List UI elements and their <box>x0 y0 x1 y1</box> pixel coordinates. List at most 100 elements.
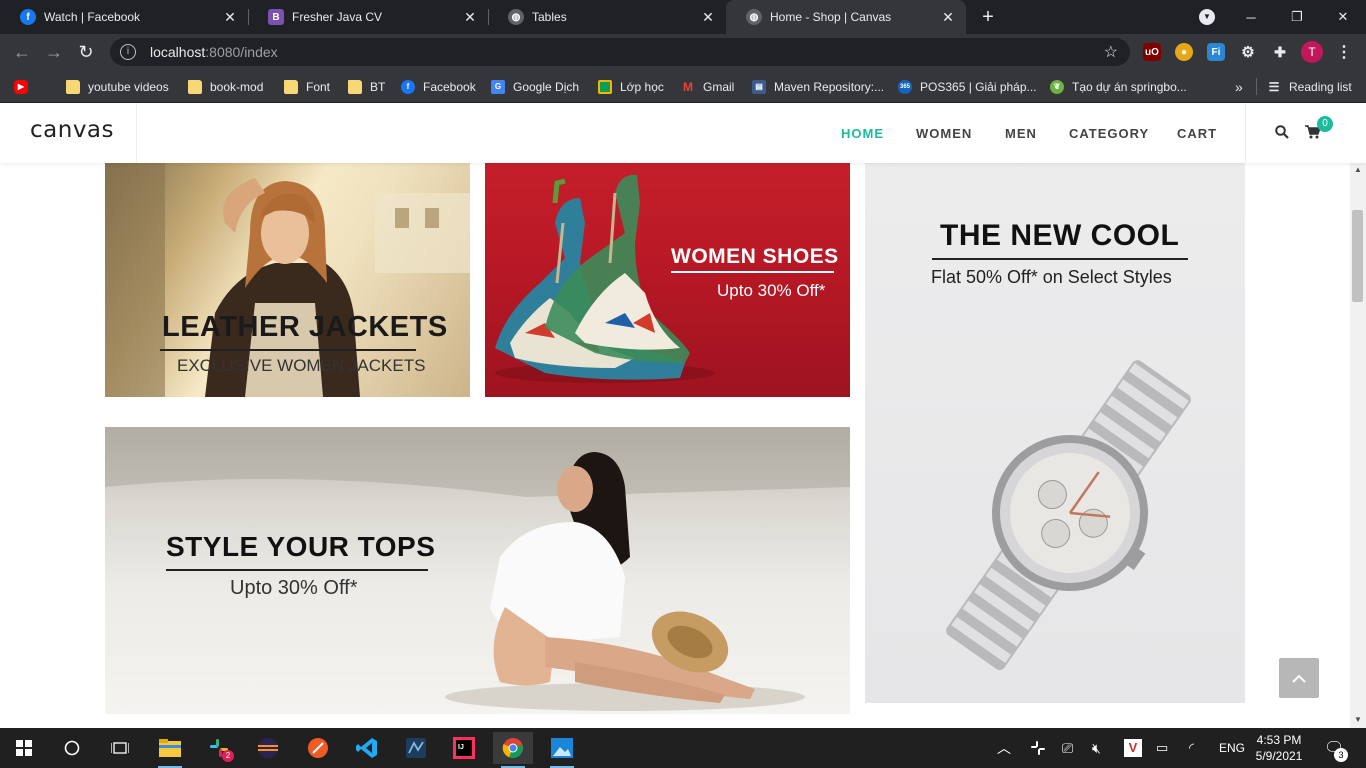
extension-fi-icon[interactable]: Fi <box>1207 43 1225 61</box>
bookmark-font[interactable]: Font <box>284 70 330 103</box>
scroll-up-arrow-icon[interactable]: ▲ <box>1350 163 1366 177</box>
slack-icon[interactable]: 2 <box>199 732 239 764</box>
tab-tables[interactable]: ◍ Tables ✕ <box>488 0 726 34</box>
watch-image <box>946 360 1191 670</box>
reading-list-icon: ☰ <box>1268 79 1280 94</box>
bookmark-star-icon[interactable]: ☆ <box>1104 42 1118 62</box>
search-circle-icon[interactable] <box>52 732 92 764</box>
bookmark-google-dich[interactable]: G Google Dịch <box>491 70 579 103</box>
close-window-icon[interactable]: ✕ <box>1320 0 1366 34</box>
youtube-icon: ▶ <box>14 79 28 94</box>
banner-the-new-cool[interactable]: THE NEW COOL Flat 50% Off* on Select Sty… <box>865 163 1245 703</box>
go-to-top-button[interactable] <box>1279 658 1319 698</box>
bookmark-youtube-videos[interactable]: youtube videos <box>66 70 169 103</box>
banner-title: WOMEN SHOES <box>671 245 839 268</box>
site-logo[interactable]: canvas <box>30 117 114 143</box>
nav-category[interactable]: CATEGORY <box>1069 103 1149 163</box>
nav-home[interactable]: HOME <box>841 103 884 163</box>
back-icon[interactable]: ← <box>10 40 34 64</box>
intellij-idea-icon[interactable]: IJ <box>444 732 484 764</box>
bookmark-maven-repository[interactable]: ▤ Maven Repository:... <box>752 70 884 103</box>
reload-icon[interactable]: ↻ <box>74 40 98 64</box>
bookmark-label: Font <box>306 79 331 94</box>
classroom-icon <box>598 79 612 94</box>
cart-count-badge: 0 <box>1317 116 1333 132</box>
bookmark-pos365[interactable]: 365 POS365 | Giải pháp... <box>898 70 1037 103</box>
tab-watch-facebook[interactable]: f Watch | Facebook ✕ <box>0 0 248 34</box>
reading-list[interactable]: ☰ Reading list <box>1256 78 1352 95</box>
site-info-icon[interactable]: i <box>120 44 136 60</box>
vietkey-icon[interactable]: V <box>1124 728 1142 768</box>
site-header: canvas HOME WOMEN MEN CATEGORY CART <box>0 103 1366 163</box>
nav-cart[interactable]: CART <box>1177 103 1217 163</box>
tab-search-icon[interactable]: ▼ <box>1199 9 1215 25</box>
bookmark-youtube[interactable]: ▶ <box>14 70 36 103</box>
tab-home-shop-canvas[interactable]: ◍ Home - Shop | Canvas ✕ <box>726 0 966 34</box>
extension-orange-icon[interactable]: ● <box>1175 43 1193 61</box>
scroll-down-arrow-icon[interactable]: ▼ <box>1350 713 1366 727</box>
banner-leather-jackets[interactable]: LEATHER JACKETS EXCLUSIVE WOMEN JACKETS <box>105 163 470 397</box>
language-indicator[interactable]: ENG <box>1219 728 1245 768</box>
clock[interactable]: 4:53 PM 5/9/2021 <box>1254 732 1304 764</box>
bookmark-lop-hoc[interactable]: Lớp học <box>598 70 664 103</box>
close-icon[interactable]: ✕ <box>462 9 478 26</box>
nav-women[interactable]: WOMEN <box>916 103 972 163</box>
vscode-icon[interactable] <box>347 732 387 764</box>
chevron-up-icon <box>1292 674 1306 683</box>
folder-icon <box>348 79 362 94</box>
close-icon[interactable]: ✕ <box>700 9 716 26</box>
restore-icon[interactable]: ❐ <box>1274 0 1320 34</box>
browser-toolbar: ← → ↻ i localhost:8080/index ☆ <box>0 34 1366 70</box>
bookmarks-overflow-icon[interactable]: » <box>1235 70 1243 103</box>
bookmarks-bar: ▶ youtube videos book-mod Font BT f Faceb… <box>0 70 1366 103</box>
folder-icon <box>66 79 80 94</box>
tab-title: Home - Shop | Canvas <box>770 10 892 24</box>
ublock-origin-icon[interactable]: uO <box>1143 43 1161 61</box>
bookmark-label: Lớp học <box>620 79 664 94</box>
show-hidden-icons-icon[interactable]: ︿ <box>997 728 1011 768</box>
wifi-icon[interactable]: ◜ <box>1189 728 1194 768</box>
tab-title: Fresher Java CV <box>292 10 383 24</box>
address-bar[interactable]: i localhost:8080/index ☆ <box>110 38 1130 66</box>
postman-icon[interactable] <box>298 732 338 764</box>
mysql-workbench-icon[interactable] <box>396 732 436 764</box>
photos-icon[interactable] <box>542 732 582 768</box>
banner-women-shoes[interactable]: WOMEN SHOES Upto 30% Off* <box>485 163 850 397</box>
task-view-icon[interactable] <box>100 732 140 764</box>
bookmark-book-mod[interactable]: book-mod <box>188 70 263 103</box>
chrome-icon[interactable] <box>493 732 533 768</box>
banner-subtitle: EXCLUSIVE WOMEN JACKETS <box>177 356 426 375</box>
windows-start-icon[interactable] <box>4 732 44 764</box>
bookmark-label: Tạo dự án springbo... <box>1072 79 1187 94</box>
bookmark-gmail[interactable]: M Gmail <box>681 70 734 103</box>
bookmark-spring[interactable]: ❦ Tạo dự án springbo... <box>1050 70 1187 103</box>
close-icon[interactable]: ✕ <box>940 9 956 26</box>
bookmark-label: Gmail <box>703 79 735 94</box>
new-tab-icon[interactable]: + <box>976 5 1000 29</box>
bookmark-label: Maven Repository:... <box>774 79 885 94</box>
meet-now-icon[interactable]: ⎚ <box>1062 728 1073 768</box>
bookmark-label: BT <box>370 79 386 94</box>
scrollbar-thumb[interactable] <box>1352 210 1363 302</box>
file-explorer-icon[interactable] <box>150 732 190 768</box>
extensions-puzzle-icon[interactable]: ✚ <box>1271 43 1289 61</box>
nav-men[interactable]: MEN <box>1005 103 1037 163</box>
volume-muted-icon[interactable]: 🔇︎ <box>1092 728 1101 768</box>
tab-fresher-java-cv[interactable]: B Fresher Java CV ✕ <box>248 0 488 34</box>
bookmark-bt[interactable]: BT <box>348 70 385 103</box>
battery-icon[interactable]: ▭ <box>1156 728 1168 768</box>
gear-icon[interactable]: ⚙ <box>1239 43 1257 61</box>
forward-icon[interactable]: → <box>42 40 66 64</box>
search-icon[interactable] <box>1275 125 1289 139</box>
bootstrap-icon: B <box>268 9 284 25</box>
banner-style-your-tops[interactable]: STYLE YOUR TOPS Upto 30% Off* <box>105 427 850 714</box>
banner-subtitle: Upto 30% Off* <box>717 281 826 300</box>
eclipse-icon[interactable] <box>248 732 288 764</box>
chrome-menu-icon[interactable]: ⋮ <box>1336 42 1352 62</box>
minimize-icon[interactable]: ─ <box>1228 0 1274 34</box>
close-icon[interactable]: ✕ <box>222 9 238 26</box>
bookmark-facebook[interactable]: f Facebook <box>401 70 476 103</box>
slack-tray-icon[interactable] <box>1030 728 1046 768</box>
windows-taskbar: 2 IJ ︿ ⎚ 🔇︎ V ▭ ◜ ENG 4:53 PM 5/9/2021 🗨… <box>0 728 1366 768</box>
profile-avatar[interactable]: T <box>1301 41 1323 63</box>
